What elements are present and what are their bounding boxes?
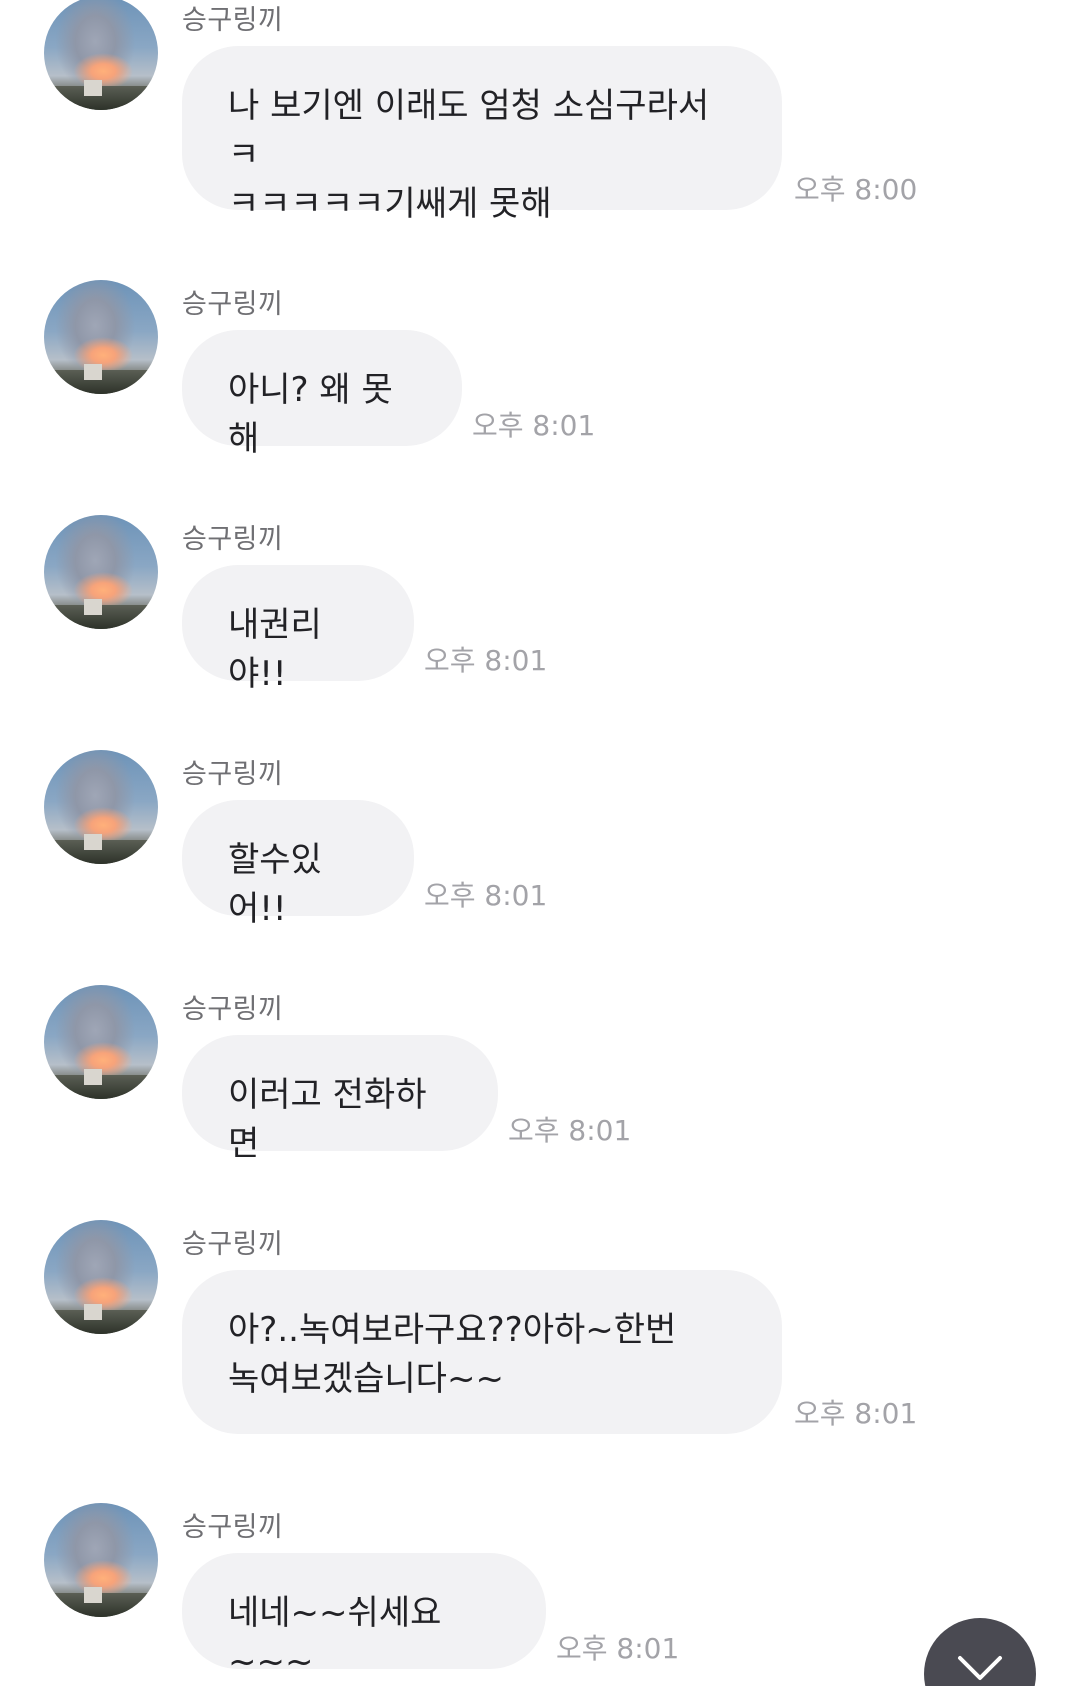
avatar[interactable]: [44, 515, 158, 629]
chevron-down-icon: [958, 1656, 1002, 1680]
message-bubble[interactable]: 아?..녹여보라구요??아하~한번 녹여보겠습니다~~: [182, 1270, 782, 1434]
sender-name: 승구링끼: [182, 5, 284, 36]
avatar[interactable]: [44, 1220, 158, 1334]
message-time: 오후 8:01: [794, 1397, 918, 1430]
sender-name: 승구링끼: [182, 524, 284, 555]
sender-name: 승구링끼: [182, 289, 284, 320]
avatar[interactable]: [44, 280, 158, 394]
avatar[interactable]: [44, 985, 158, 1099]
message-bubble[interactable]: 네네~~쉬세요~~~: [182, 1553, 546, 1682]
message-time: 오후 8:01: [424, 879, 548, 912]
message-bubble[interactable]: 나 보기엔 이래도 엄청 소심구라서ㅋ ㅋㅋㅋㅋㅋ기쌔게 못해: [182, 46, 782, 224]
avatar[interactable]: [44, 750, 158, 864]
sender-name: 승구링끼: [182, 994, 284, 1025]
message-time: 오후 8:01: [472, 409, 596, 442]
message-bubble[interactable]: 이러고 전화하면: [182, 1035, 498, 1164]
message-bubble[interactable]: 아니? 왜 못해: [182, 330, 462, 459]
avatar[interactable]: [44, 1503, 158, 1617]
avatar[interactable]: [44, 0, 158, 110]
sender-name: 승구링끼: [182, 759, 284, 790]
message-time: 오후 8:01: [508, 1114, 632, 1147]
sender-name: 승구링끼: [182, 1512, 284, 1543]
message-time: 오후 8:01: [424, 644, 548, 677]
message-bubble[interactable]: 내권리야!!: [182, 565, 414, 694]
message-time: 오후 8:00: [794, 173, 918, 206]
sender-name: 승구링끼: [182, 1229, 284, 1260]
chat-message-list[interactable]: 승구링끼 나 보기엔 이래도 엄청 소심구라서ㅋ ㅋㅋㅋㅋㅋ기쌔게 못해 오후 …: [0, 0, 1080, 1686]
scroll-to-bottom-button[interactable]: [924, 1618, 1036, 1686]
message-time: 오후 8:01: [556, 1632, 680, 1665]
message-bubble[interactable]: 할수있어!!: [182, 800, 414, 929]
